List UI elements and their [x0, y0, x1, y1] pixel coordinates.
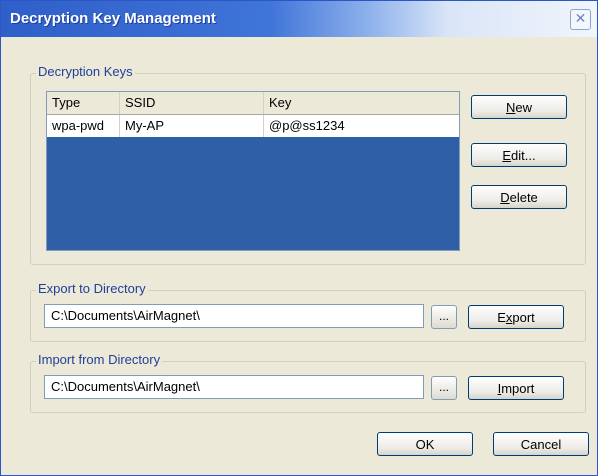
- edit-button-label: Edit...: [502, 148, 536, 163]
- import-button-label: Import: [497, 381, 535, 396]
- export-directory-field[interactable]: C:\Documents\AirMagnet\: [44, 304, 424, 328]
- export-button[interactable]: Export: [468, 305, 564, 329]
- ok-button[interactable]: OK: [377, 432, 473, 456]
- dialog-title: Decryption Key Management: [10, 10, 216, 27]
- decryption-key-management-dialog: Decryption Key Management ✕ Decryption K…: [0, 0, 598, 476]
- export-button-label: Export: [497, 310, 535, 325]
- decryption-keys-label: Decryption Keys: [36, 64, 135, 79]
- import-browse-button[interactable]: ...: [431, 376, 457, 400]
- export-group-label: Export to Directory: [36, 281, 148, 296]
- ok-button-label: OK: [415, 437, 435, 452]
- import-directory-field[interactable]: C:\Documents\AirMagnet\: [44, 375, 424, 399]
- row-type: wpa-pwd: [47, 115, 120, 137]
- export-browse-button[interactable]: ...: [431, 305, 457, 329]
- keys-table-header: Type SSID Key: [47, 92, 459, 115]
- edit-button[interactable]: Edit...: [471, 143, 567, 167]
- new-button[interactable]: New: [471, 95, 567, 119]
- title-bar: Decryption Key Management ✕: [1, 1, 597, 37]
- import-group-label: Import from Directory: [36, 352, 163, 367]
- table-row[interactable]: wpa-pwd My-AP @p@ss1234: [47, 115, 459, 137]
- column-header-key[interactable]: Key: [264, 92, 459, 114]
- keys-table[interactable]: Type SSID Key wpa-pwd My-AP @p@ss1234: [46, 91, 460, 251]
- delete-button[interactable]: Delete: [471, 185, 567, 209]
- row-key: @p@ss1234: [269, 118, 345, 133]
- row-ssid: My-AP: [120, 115, 264, 137]
- cancel-button-label: Cancel: [520, 437, 562, 452]
- column-header-ssid[interactable]: SSID: [120, 92, 264, 114]
- close-button[interactable]: ✕: [570, 9, 591, 30]
- column-header-type[interactable]: Type: [47, 92, 120, 114]
- import-button[interactable]: Import: [468, 376, 564, 400]
- close-icon: ✕: [574, 11, 587, 27]
- cancel-button[interactable]: Cancel: [493, 432, 589, 456]
- delete-button-label: Delete: [500, 190, 538, 205]
- new-button-label: New: [505, 100, 532, 115]
